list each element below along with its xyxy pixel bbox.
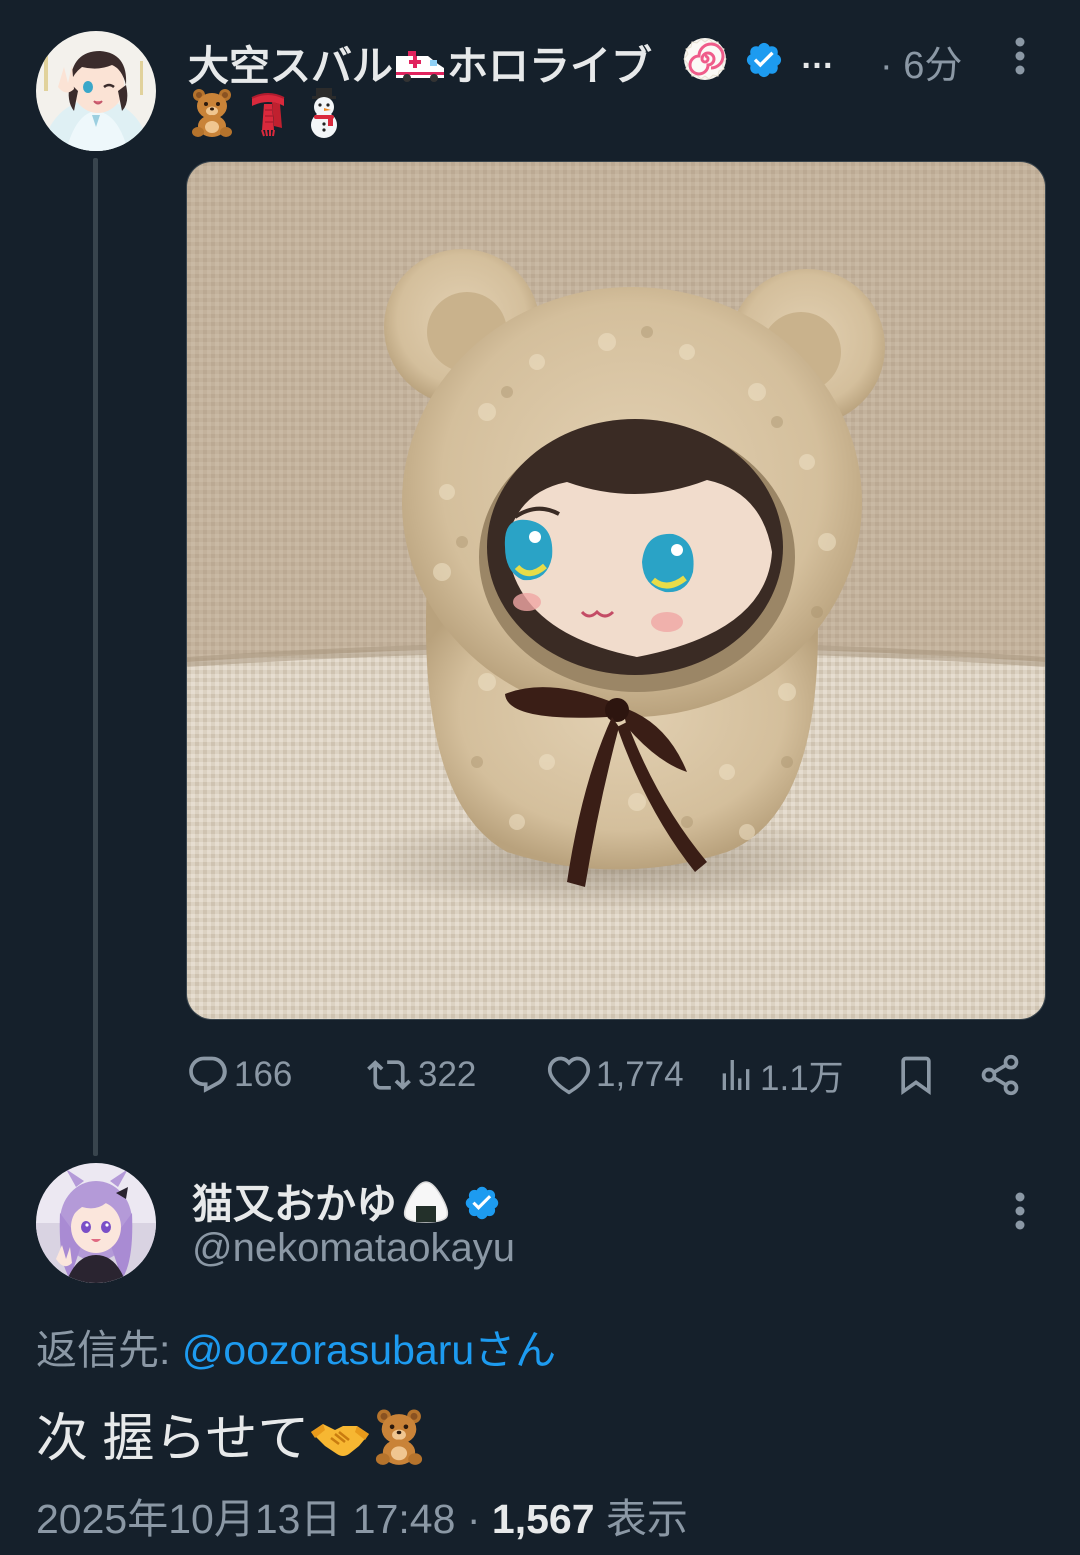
analytics-icon [722,1060,750,1090]
reply-text: 次 握らせて [36,1396,427,1471]
teddy-bear-emoji [192,89,232,137]
reply-count: 166 [234,1055,293,1094]
name-overflow-ellipsis: … [800,38,834,76]
verified-badge-icon [746,42,782,78]
thread-page: 大空スバル ホロライブ … · 6分 166 322 1,774 1.1万 猫又… [0,0,1080,1555]
views-count: 1.1万 [760,1058,844,1098]
reply-author-handle[interactable]: @nekomataokayu [192,1226,515,1271]
tweet-header: 大空スバル ホロライブ … · 6分 [188,28,1048,89]
retweet-button[interactable]: 322 [364,1045,476,1105]
more-options-icon[interactable] [1013,36,1027,76]
tweet-text [188,86,348,142]
teddy-bear-emoji [376,1409,423,1465]
like-button[interactable]: 1,774 [546,1045,684,1105]
handshake-emoji [311,1424,370,1456]
reply-meta: 2025年10月13日 17:48 · 1,567 表示 [36,1496,688,1542]
retweet-count: 322 [418,1055,477,1094]
like-count: 1,774 [596,1055,684,1094]
tweet-timestamp[interactable]: · 6分 [880,34,962,89]
scarf-emoji [251,93,285,137]
more-options-icon[interactable] [1013,1191,1027,1231]
reply-author-display-name[interactable]: 猫又おかゆ [192,1170,501,1230]
bookmark-icon [901,1056,931,1096]
narutomaki-icon [683,38,727,80]
tweet-action-bar: 166 322 1,774 1.1万 [186,1045,1036,1105]
subaru-avatar[interactable] [36,31,156,151]
verified-badge-icon [465,1186,499,1220]
okayu-avatar[interactable] [36,1163,156,1283]
snowman-emoji [311,88,337,138]
reply-timestamp[interactable]: 2025年10月13日 17:48 [36,1496,455,1542]
tweet-media-photo[interactable] [186,161,1046,1020]
reply-button[interactable]: 166 [186,1045,292,1105]
bookmark-button[interactable] [894,1045,938,1105]
reply-views-label: 表示 [605,1496,688,1542]
share-button[interactable] [978,1045,1022,1105]
onigiri-icon [403,1181,449,1223]
heart-icon [547,1056,591,1095]
retweet-icon [367,1060,411,1090]
reply-views-count: 1,567 [491,1496,595,1542]
ambulance-icon [396,51,444,82]
reply-icon [189,1056,227,1093]
share-icon [981,1054,1019,1096]
thread-connector-line [93,158,98,1156]
author-display-name[interactable]: 大空スバル ホロライブ [188,32,652,92]
replying-to: 返信先: @oozorasubaruさん [36,1327,557,1373]
views-button[interactable]: 1.1万 [716,1045,844,1105]
plush-doll-photo [187,162,1045,1019]
mention-link[interactable]: @oozorasubaruさん [182,1327,556,1373]
